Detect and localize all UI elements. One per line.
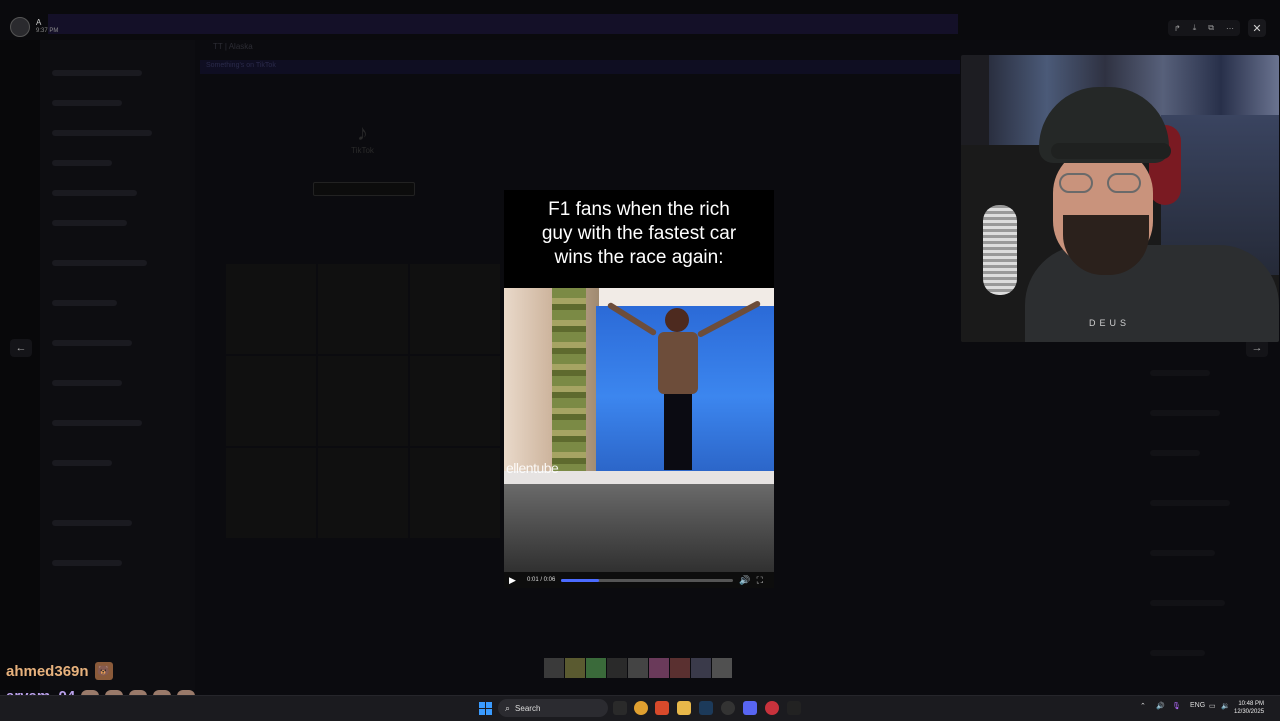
channel-sidebar [40, 40, 195, 690]
play-icon[interactable]: ▶ [509, 575, 519, 585]
epic-games-icon[interactable] [787, 701, 801, 715]
account-chip[interactable]: A 9:37 PM [10, 16, 58, 38]
volume-icon[interactable]: 🔊 [739, 575, 750, 586]
file-explorer-icon[interactable] [677, 701, 691, 715]
thumbnail[interactable] [544, 658, 564, 678]
seek-progress [561, 578, 600, 582]
download-icon[interactable]: ⤓ [1193, 23, 1197, 33]
tray-overflow-icon[interactable]: ⌃ [1140, 702, 1146, 710]
webcam-overlay: DEUS [961, 55, 1279, 342]
server-rail [0, 40, 40, 690]
thumbnail[interactable] [691, 658, 711, 678]
video-time: 0:01 / 0:06 [527, 577, 556, 583]
video-watermark: ellentube [506, 460, 559, 476]
chat-message: ahmed369n 🐻 [6, 662, 113, 680]
avatar [10, 17, 30, 37]
video-caption: F1 fans when the rich guy with the faste… [541, 199, 737, 268]
thumbnail[interactable] [565, 658, 585, 678]
background-video-grid [226, 264, 502, 538]
volume-icon[interactable]: 🔉 [1221, 702, 1230, 710]
media-thumbnail-strip [544, 658, 732, 678]
background-member-list [1150, 350, 1260, 690]
microphone [983, 205, 1017, 295]
windows-start-icon[interactable] [479, 702, 492, 715]
taskbar: ⌕ Search ⌃ 🔊 🎙 ENG ▭ 🔉 10:48 PM 12/30/20… [0, 695, 1280, 721]
forward-icon[interactable]: ↱ [1174, 24, 1181, 33]
chrome-icon[interactable] [634, 701, 648, 715]
background-title-strip [48, 14, 958, 34]
microphone-icon[interactable]: 🎙 [1172, 702, 1181, 710]
network-icon[interactable]: ▭ [1209, 702, 1216, 710]
thumbnail[interactable] [649, 658, 669, 678]
tiktok-logo-icon: ♪ TikTok [351, 120, 374, 155]
app-icon[interactable] [765, 701, 779, 715]
taskbar-clock[interactable]: 10:48 PM 12/30/2025 [1234, 700, 1264, 716]
hoodie-text: DEUS [1089, 318, 1131, 328]
background-channel-name: TT | Alaska [213, 42, 253, 51]
video-frame[interactable]: ellentube [504, 288, 774, 484]
obs-icon[interactable] [721, 701, 735, 715]
language-indicator[interactable]: ENG [1190, 702, 1205, 709]
thumbnail[interactable] [586, 658, 606, 678]
previous-media-button[interactable]: ← [10, 339, 32, 357]
bear-emote-icon: 🐻 [94, 662, 113, 680]
media-viewer-toolbar: ↱ ⤓ ⧉ ⋯ [1168, 20, 1240, 36]
chat-username: ahmed369n [6, 662, 89, 680]
taskbar-search[interactable]: ⌕ Search [498, 699, 608, 717]
thumbnail[interactable] [628, 658, 648, 678]
task-view-icon[interactable] [613, 701, 627, 715]
open-external-icon[interactable]: ⧉ [1208, 23, 1214, 33]
steam-icon[interactable] [699, 701, 713, 715]
account-name: A [36, 18, 42, 27]
video-controls: ▶ 0:01 / 0:06 🔊 ⛶ [504, 572, 774, 588]
account-time: 9:37 PM [36, 28, 59, 34]
brave-icon[interactable] [655, 701, 669, 715]
thumbnail[interactable] [607, 658, 627, 678]
more-icon[interactable]: ⋯ [1226, 24, 1234, 33]
fullscreen-icon[interactable]: ⛶ [757, 575, 763, 586]
close-viewer-button[interactable]: ✕ [1248, 19, 1266, 37]
seek-bar[interactable] [561, 578, 734, 582]
discord-icon[interactable] [743, 701, 757, 715]
background-search-box [313, 182, 415, 196]
thumbnail[interactable] [670, 658, 690, 678]
background-notice: Something's on TikTok [200, 60, 960, 74]
dancing-person [652, 308, 704, 470]
video-letterbox [504, 484, 774, 572]
search-icon: ⌕ [505, 702, 511, 713]
thumbnail[interactable] [712, 658, 732, 678]
speaker-icon[interactable]: 🔊 [1156, 702, 1165, 710]
